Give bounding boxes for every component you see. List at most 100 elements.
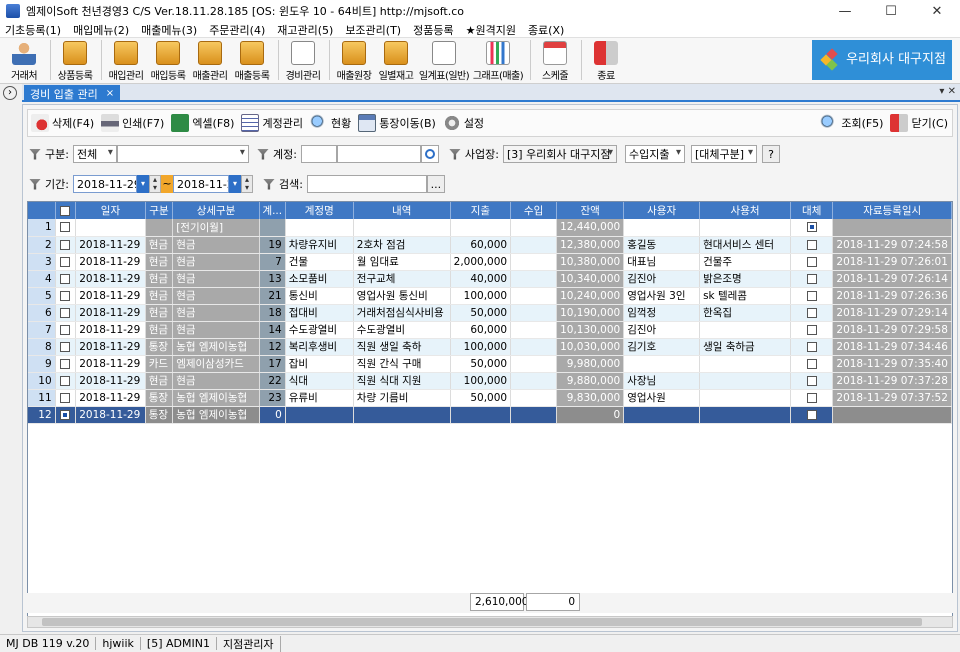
row-checkbox[interactable] bbox=[60, 375, 71, 386]
row-checkbox[interactable] bbox=[60, 273, 71, 284]
cell-date[interactable]: 2018-11-29 bbox=[75, 236, 146, 254]
cell-account[interactable]: 식대 bbox=[285, 372, 354, 390]
cell-in[interactable] bbox=[510, 406, 558, 424]
cell-date[interactable]: 2018-11-29 bbox=[75, 270, 146, 288]
cell-code[interactable]: 21 bbox=[259, 287, 286, 305]
replace-checkbox[interactable] bbox=[806, 341, 817, 352]
replace-checkbox[interactable] bbox=[806, 307, 817, 318]
type-sub-select[interactable] bbox=[116, 145, 249, 163]
select-all-checkbox[interactable] bbox=[60, 205, 71, 216]
cell-in[interactable] bbox=[510, 253, 558, 271]
cell-out[interactable]: 100,000 bbox=[450, 287, 512, 305]
cell-date[interactable] bbox=[75, 219, 146, 237]
cell-date[interactable]: 2018-11-29 bbox=[75, 389, 146, 407]
table-row[interactable]: 10 2018-11-29 현금 현금 22 식대 직원 식대 지원 100,000 9,880… bbox=[28, 372, 952, 390]
minimize-button[interactable]: — bbox=[822, 0, 868, 22]
replace-checkbox[interactable] bbox=[806, 392, 817, 403]
replace-kind-select[interactable]: [대체구분] bbox=[690, 145, 757, 163]
menu-order[interactable]: 주문관리(4) bbox=[204, 22, 272, 38]
cell-account[interactable]: 복리후생비 bbox=[285, 338, 354, 356]
cell-in[interactable] bbox=[510, 270, 558, 288]
menu-aux[interactable]: 보조관리(T) bbox=[340, 22, 408, 38]
col-date[interactable]: 일자 bbox=[75, 202, 146, 219]
cell-date[interactable]: 2018-11-29 bbox=[75, 355, 146, 373]
excel-button[interactable]: 엑셀(F8) bbox=[168, 111, 238, 135]
table-row[interactable]: 11 2018-11-29 통장 농협 엠제이농협 23 유류비 차량 기름비 50,000 9… bbox=[28, 389, 952, 407]
col-check[interactable] bbox=[55, 202, 77, 219]
table-row[interactable]: 5 2018-11-29 현금 현금 21 통신비 영업사원 통신비 100,000 10,24… bbox=[28, 287, 952, 305]
col-place[interactable]: 사용처 bbox=[699, 202, 792, 219]
col-balance[interactable]: 잔액 bbox=[556, 202, 625, 219]
replace-checkbox[interactable] bbox=[806, 358, 817, 369]
cell-place[interactable]: 현대서비스 센터 bbox=[699, 236, 792, 254]
cell-place[interactable]: 한옥집 bbox=[699, 304, 792, 322]
expand-panel-icon[interactable]: › bbox=[3, 86, 17, 100]
cell-detail[interactable]: 현금 bbox=[172, 321, 260, 339]
cell-detail[interactable]: [전기이월] bbox=[172, 219, 260, 237]
cell-user[interactable]: 사장님 bbox=[623, 372, 701, 390]
replace-checkbox[interactable] bbox=[806, 375, 817, 386]
menu-basic[interactable]: 기초등록(1) bbox=[0, 22, 68, 38]
cell-out[interactable]: 40,000 bbox=[450, 270, 512, 288]
menu-exit[interactable]: 종료(X) bbox=[523, 22, 571, 38]
cell-date[interactable]: 2018-11-29 bbox=[75, 304, 146, 322]
type-select[interactable]: 전체 bbox=[72, 145, 117, 163]
cell-in[interactable] bbox=[510, 236, 558, 254]
cell-out[interactable]: 50,000 bbox=[450, 304, 512, 322]
cell-out[interactable] bbox=[450, 219, 512, 237]
date-to-dropdown-icon[interactable]: ▾ bbox=[228, 175, 241, 193]
table-row[interactable]: 7 2018-11-29 현금 현금 14 수도광열비 수도광열비 60,000 10,130,… bbox=[28, 321, 952, 339]
row-checkbox[interactable] bbox=[60, 392, 71, 403]
cell-replace[interactable] bbox=[790, 219, 834, 237]
cell-desc[interactable] bbox=[353, 406, 451, 424]
cell-replace[interactable] bbox=[790, 253, 834, 271]
replace-checkbox[interactable] bbox=[806, 256, 817, 267]
cell-kind[interactable]: 통장 bbox=[145, 338, 174, 356]
cell-detail[interactable]: 현금 bbox=[172, 304, 260, 322]
cell-in[interactable] bbox=[510, 338, 558, 356]
toolbar-daily-report-button[interactable]: 일계표(일반) bbox=[418, 38, 470, 82]
table-row[interactable]: 12 2018-11-29 통장 농협 엠제이농협 0 0 bbox=[28, 406, 952, 424]
cell-replace[interactable] bbox=[790, 389, 834, 407]
row-checkbox-cell[interactable] bbox=[55, 321, 77, 339]
cell-date[interactable]: 2018-11-29 bbox=[75, 253, 146, 271]
cell-place[interactable] bbox=[699, 406, 792, 424]
cell-replace[interactable] bbox=[790, 287, 834, 305]
search-more-button[interactable]: ... bbox=[426, 175, 445, 193]
cell-place[interactable]: 생일 축하금 bbox=[699, 338, 792, 356]
cell-detail[interactable]: 현금 bbox=[172, 372, 260, 390]
cell-detail[interactable]: 농협 엠제이농협 bbox=[172, 389, 260, 407]
row-checkbox[interactable] bbox=[60, 256, 71, 267]
cell-desc[interactable]: 2호차 점검 bbox=[353, 236, 451, 254]
cell-user[interactable]: 대표님 bbox=[623, 253, 701, 271]
status-button[interactable]: 현황 bbox=[307, 111, 355, 135]
table-row[interactable]: 3 2018-11-29 현금 현금 7 건물 월 임대료 2,000,000 10,380,0… bbox=[28, 253, 952, 271]
cell-kind[interactable] bbox=[145, 219, 174, 237]
cell-kind[interactable]: 현금 bbox=[145, 287, 174, 305]
cell-user[interactable]: 김진아 bbox=[623, 321, 701, 339]
toolbar-customer-button[interactable]: 거래처 bbox=[4, 38, 44, 82]
cell-detail[interactable]: 농협 엠제이농협 bbox=[172, 338, 260, 356]
col-replace[interactable]: 대체 bbox=[790, 202, 834, 219]
cell-replace[interactable] bbox=[790, 321, 834, 339]
row-checkbox-cell[interactable] bbox=[55, 372, 77, 390]
cell-date[interactable]: 2018-11-29 bbox=[75, 287, 146, 305]
col-account[interactable]: 계정명 bbox=[285, 202, 354, 219]
cell-account[interactable]: 소모품비 bbox=[285, 270, 354, 288]
bankbook-move-button[interactable]: 통장이동(B) bbox=[355, 111, 440, 135]
cell-code[interactable]: 12 bbox=[259, 338, 286, 356]
cell-account[interactable]: 접대비 bbox=[285, 304, 354, 322]
cell-place[interactable] bbox=[699, 355, 792, 373]
row-checkbox[interactable] bbox=[60, 239, 71, 250]
col-kind[interactable]: 구분 bbox=[145, 202, 174, 219]
col-user[interactable]: 사용자 bbox=[623, 202, 701, 219]
row-checkbox-cell[interactable] bbox=[55, 219, 77, 237]
cell-desc[interactable]: 차량 기름비 bbox=[353, 389, 451, 407]
cell-kind[interactable]: 현금 bbox=[145, 372, 174, 390]
cell-user[interactable] bbox=[623, 219, 701, 237]
branch-select[interactable]: [3] 우리회사 대구지점 bbox=[502, 145, 617, 163]
row-checkbox-cell[interactable] bbox=[55, 270, 77, 288]
col-code[interactable]: 계... bbox=[259, 202, 286, 219]
account-name-input[interactable] bbox=[336, 145, 421, 163]
cell-code[interactable]: 23 bbox=[259, 389, 286, 407]
